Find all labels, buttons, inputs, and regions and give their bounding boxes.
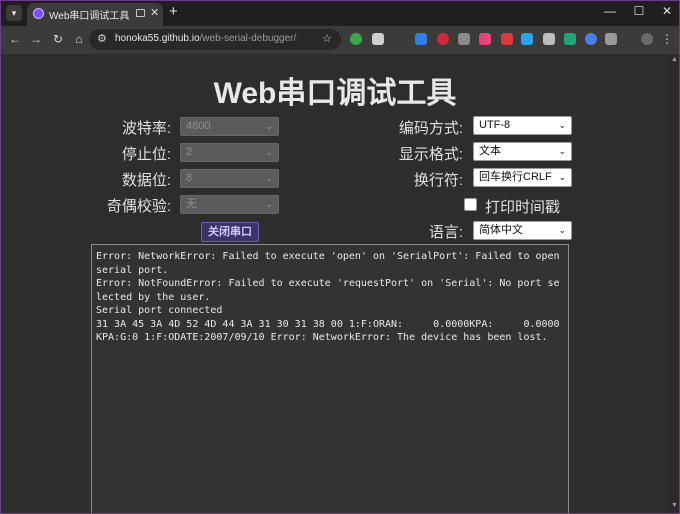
chevron-down-icon: ⌄	[265, 147, 273, 157]
close-port-button[interactable]: 关闭串口	[201, 222, 259, 242]
profile-avatar-icon[interactable]	[641, 33, 653, 45]
display-format-label: 显示格式:	[398, 146, 463, 163]
close-window-icon[interactable]: ✕	[656, 4, 678, 18]
data-bits-label: 数据位:	[121, 172, 171, 189]
extensions-puzzle-icon[interactable]	[605, 33, 617, 45]
url-path: /web-serial-debugger/	[199, 33, 297, 44]
data-bits-select[interactable]: 8 ⌄	[180, 169, 279, 188]
scroll-up-icon[interactable]: ▲	[671, 56, 678, 63]
chevron-down-icon: ⌄	[558, 225, 566, 235]
language-select[interactable]: 简体中文 ⌄	[473, 221, 572, 240]
extension-grid-icon[interactable]	[372, 33, 384, 45]
close-tab-icon[interactable]: ✕	[150, 6, 159, 19]
media-icon[interactable]	[136, 9, 145, 17]
line-ending-select[interactable]: 回车换行CRLF ⌄	[473, 168, 572, 187]
browser-window: ▾ Web串口调试工具 ✕ + — ☐ ✕ ← → ↻ ⌂ ⚙ honoka55…	[0, 0, 680, 514]
scroll-down-icon[interactable]: ▼	[671, 502, 678, 509]
language-label: 语言:	[428, 224, 463, 241]
parity-label: 奇偶校验:	[106, 198, 171, 215]
encoding-label: 编码方式:	[398, 120, 463, 137]
console-line: Serial port connected	[96, 305, 223, 316]
baud-rate-value: 4800	[186, 120, 211, 132]
url-host: honoka55.github.io	[115, 33, 200, 44]
page-content: Web串口调试工具 波特率: 4800 ⌄ 停止位: 2 ⌄ 数据位: 8 ⌄ …	[1, 54, 669, 513]
address-bar[interactable]: ⚙ honoka55.github.io/web-serial-debugger…	[89, 29, 341, 50]
bookmark-star-icon[interactable]: ☆	[322, 32, 332, 45]
line-ending-label: 换行符:	[413, 172, 463, 189]
stop-bits-label: 停止位:	[121, 146, 171, 163]
chevron-down-icon: ⌄	[558, 146, 566, 156]
print-timestamp-checkbox[interactable]	[464, 198, 477, 211]
encoding-value: UTF-8	[479, 119, 511, 131]
tab-search-icon[interactable]: ▾	[6, 5, 22, 21]
print-timestamp-label: 打印时间戳	[485, 199, 561, 216]
minimize-icon[interactable]: —	[599, 4, 621, 18]
extension-green-icon[interactable]	[350, 33, 362, 45]
chevron-down-icon: ⌄	[265, 121, 273, 131]
parity-select[interactable]: 无 ⌄	[180, 195, 279, 214]
encoding-select[interactable]: UTF-8 ⌄	[473, 116, 572, 135]
site-info-icon[interactable]: ⚙	[97, 32, 107, 45]
line-ending-value: 回车换行CRLF	[479, 171, 552, 183]
back-icon[interactable]: ←	[7, 31, 23, 47]
extension-eye-icon[interactable]	[437, 33, 449, 45]
chevron-down-icon: ⌄	[265, 173, 273, 183]
reload-icon[interactable]: ↻	[50, 31, 66, 47]
tab-strip: ▾ Web串口调试工具 ✕ + — ☐ ✕	[1, 1, 679, 26]
page-scrollbar[interactable]: ▲ ▼	[669, 54, 679, 513]
url-text[interactable]: honoka55.github.io/web-serial-debugger/	[115, 33, 296, 44]
parity-value: 无	[186, 198, 197, 210]
serial-output-console[interactable]: Error: NetworkError: Failed to execute '…	[91, 244, 569, 513]
extension-red-icon[interactable]	[501, 33, 513, 45]
browser-tab[interactable]: Web串口调试工具 ✕	[27, 3, 163, 26]
language-value: 简体中文	[479, 224, 523, 236]
console-line: 31 3A 45 3A 4D 52 4D 44 3A 31 30 31 38 0…	[96, 318, 560, 344]
chevron-down-icon: ⌄	[558, 172, 566, 182]
chevron-down-icon: ⌄	[558, 120, 566, 130]
console-line: Error: NotFoundError: Failed to execute …	[96, 278, 560, 303]
baud-rate-select[interactable]: 4800 ⌄	[180, 117, 279, 136]
display-format-value: 文本	[479, 145, 501, 157]
favicon-icon	[33, 8, 44, 19]
menu-dots-icon[interactable]: ⋮	[659, 31, 675, 47]
extension-filter-icon[interactable]	[521, 33, 533, 45]
browser-toolbar: ← → ↻ ⌂ ⚙ honoka55.github.io/web-serial-…	[1, 26, 679, 54]
stop-bits-value: 2	[186, 146, 193, 158]
extension-doc-icon[interactable]	[543, 33, 555, 45]
console-line: Error: NetworkError: Failed to execute '…	[96, 251, 566, 276]
baud-rate-label: 波特率:	[121, 120, 171, 137]
home-icon[interactable]: ⌂	[71, 31, 87, 47]
maximize-icon[interactable]: ☐	[628, 4, 650, 18]
data-bits-value: 8	[186, 172, 193, 184]
extension-pink-icon[interactable]	[479, 33, 491, 45]
extension-mask-icon[interactable]	[458, 33, 470, 45]
extension-teal-icon[interactable]	[564, 33, 576, 45]
forward-icon[interactable]: →	[28, 31, 44, 47]
chevron-down-icon: ⌄	[265, 199, 273, 209]
extension-blue-icon[interactable]	[415, 33, 427, 45]
page-title: Web串口调试工具	[213, 77, 457, 110]
new-tab-icon[interactable]: +	[169, 3, 178, 20]
display-format-select[interactable]: 文本 ⌄	[473, 142, 572, 161]
extension-circle-icon[interactable]	[585, 33, 597, 45]
stop-bits-select[interactable]: 2 ⌄	[180, 143, 279, 162]
tab-title: Web串口调试工具	[49, 11, 130, 22]
